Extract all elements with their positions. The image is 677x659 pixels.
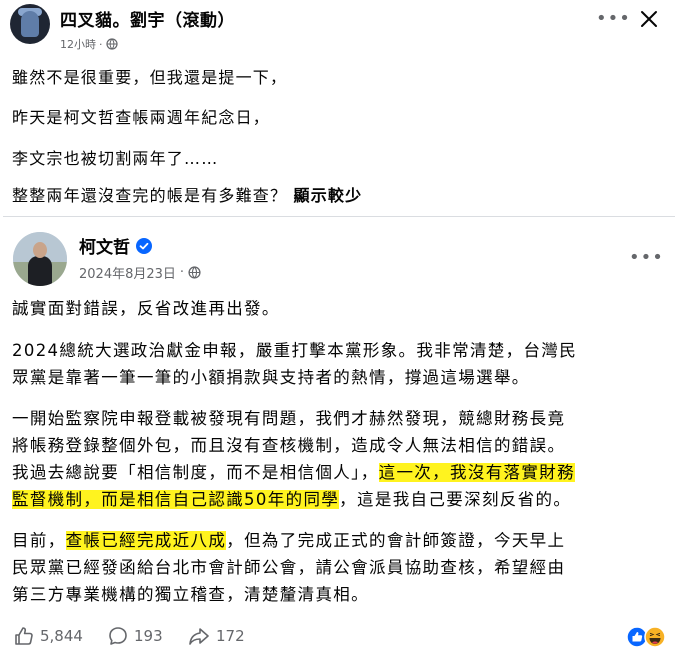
post-time[interactable]: 12小時 — [60, 36, 96, 52]
shared-author-avatar[interactable] — [13, 232, 67, 286]
globe-icon — [188, 266, 201, 279]
share-count: 172 — [216, 627, 245, 645]
globe-icon — [105, 38, 118, 50]
author-name[interactable]: 四叉貓。劉宇（滾動） — [60, 6, 235, 31]
like-reaction-icon — [626, 626, 648, 648]
like-button[interactable]: 5,844 — [14, 626, 83, 646]
post-header: 四叉貓。劉宇（滾動） 12小時 · ••• — [0, 0, 677, 60]
shared-p3-line-4: 監督機制，而是相信自己認識50年的同學，這是我自己要深刻反省的。 — [12, 486, 571, 510]
like-icon — [15, 627, 33, 645]
reaction-icons[interactable] — [626, 626, 670, 648]
shared-post: 柯文哲 2024年8月23日 · ••• 誠實面對錯誤，反省改進再出發。 202… — [3, 216, 675, 614]
shared-p1: 誠實面對錯誤，反省改進再出發。 — [12, 299, 280, 318]
close-icon[interactable] — [636, 6, 662, 32]
shared-p4-line-1-c: ，但為了完成正式的會計師簽證，今天早上 — [226, 531, 566, 550]
post-line-4-text: 整整兩年還沒查完的帳是有多難查？ — [12, 186, 288, 205]
shared-p4-line-2: 民眾黨已經發函給台北市會計師公會，請公會派員協助查核，希望經由 — [12, 558, 566, 577]
comment-count: 193 — [134, 627, 163, 645]
shared-date[interactable]: 2024年8月23日 — [79, 263, 176, 282]
highlighted-text: 這一次，我沒有落實財務 — [378, 463, 575, 482]
post-line-2: 昨天是柯文哲查帳兩週年紀念日， — [12, 108, 271, 127]
shared-more-options-icon[interactable]: ••• — [629, 249, 664, 267]
shared-p3-line-1: 一開始監察院申報登載被發現有問題，我們才赫然發現，競總財務長竟 — [12, 409, 566, 428]
shared-p4-line-1: 目前，查帳已經完成近八成，但為了完成正式的會計師簽證，今天早上 — [12, 527, 565, 551]
shared-p2-line-2: 眾黨是靠著一筆一筆的小額捐款與支持者的熱情，撐過這場選舉。 — [12, 368, 530, 387]
verified-badge-icon — [136, 237, 152, 254]
comment-icon — [109, 627, 127, 645]
shared-author: 柯文哲 — [79, 233, 152, 258]
post-line-1: 雖然不是很重要，但我還是提一下， — [12, 68, 288, 87]
more-options-icon[interactable]: ••• — [596, 10, 631, 28]
shared-meta-dot: · — [179, 265, 185, 280]
share-button[interactable]: 172 — [188, 626, 245, 646]
like-count: 5,844 — [40, 627, 83, 645]
reactions-bar: 5,844 193 172 — [0, 614, 677, 659]
shared-meta: 2024年8月23日 · — [79, 263, 201, 282]
post-line-3: 李文宗也被切割兩年了…… — [12, 149, 219, 168]
share-icon — [189, 628, 209, 645]
shared-p3-line-2: 將帳務登錄整個外包，而且沒有查核機制，造成令人無法相信的錯誤。 — [12, 436, 566, 455]
shared-p4-line-1-a: 目前， — [12, 531, 66, 550]
highlighted-text: 查帳已經完成近八成 — [65, 531, 227, 550]
shared-p2-line-1: 2024總統大選政治獻金申報，嚴重打擊本黨形象。我非常清楚，台灣民 — [12, 341, 578, 360]
shared-p3-line-4-b: ，這是我自己要深刻反省的。 — [339, 490, 572, 509]
shared-p3-line-3-a: 我過去總說要「相信制度，而不是相信個人」， — [12, 463, 379, 482]
highlighted-text: 監督機制，而是相信自己認識50年的同學 — [12, 490, 340, 509]
see-less-link[interactable]: 顯示較少 — [294, 186, 363, 205]
haha-reaction-icon — [644, 626, 666, 648]
comment-button[interactable]: 193 — [108, 626, 163, 646]
post-meta: 12小時 · — [60, 36, 118, 52]
author-avatar[interactable] — [10, 4, 50, 44]
post-line-4: 整整兩年還沒查完的帳是有多難查？ 顯示較少 — [12, 182, 362, 206]
shared-p4-line-3: 第三方專業機構的獨立稽查，清楚釐清真相。 — [12, 585, 369, 604]
shared-p3-line-3: 我過去總說要「相信制度，而不是相信個人」，這一次，我沒有落實財務 — [12, 459, 575, 483]
shared-author-name[interactable]: 柯文哲 — [79, 233, 130, 258]
meta-dot: · — [99, 37, 103, 51]
